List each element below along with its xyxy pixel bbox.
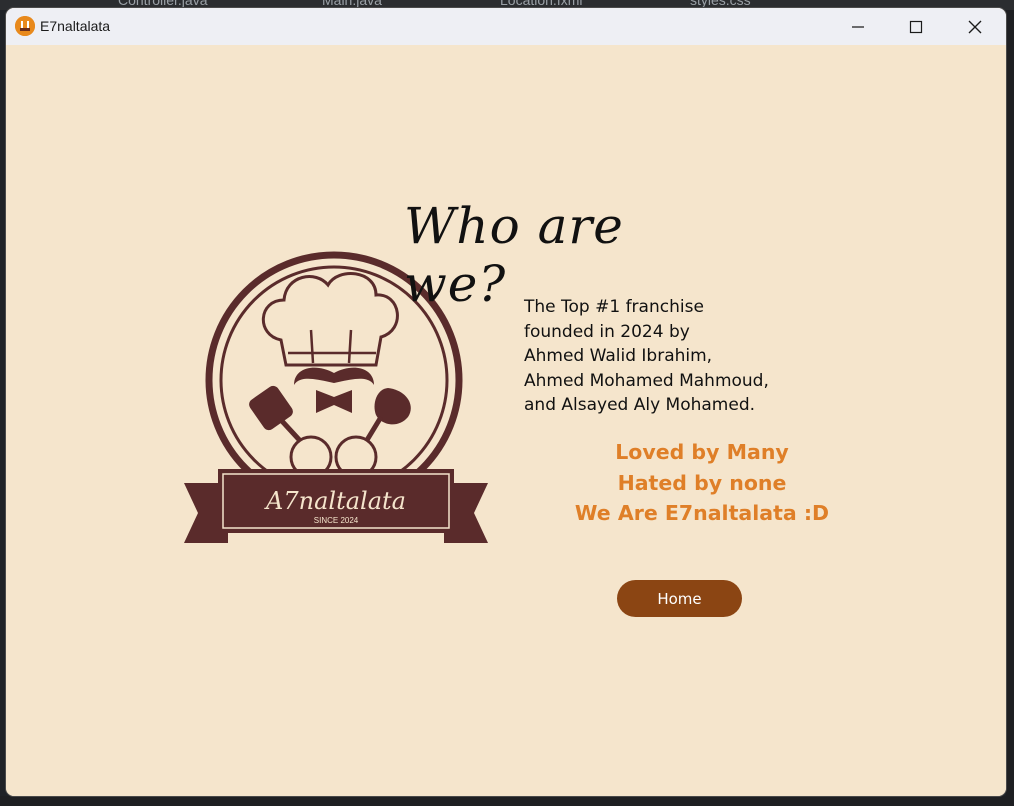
minimize-button[interactable] [829, 8, 887, 45]
description-line: The Top #1 franchise [524, 297, 704, 317]
logo-name: A7naltalata [264, 487, 406, 515]
app-logo-icon [15, 16, 35, 36]
about-page: A7naltalata SINCE 2024 Who are we? The T… [6, 45, 1006, 796]
window-title: E7naltalata [40, 18, 111, 34]
tagline: Loved by Many Hated by none We Are E7nal… [546, 437, 858, 529]
logo-since: SINCE 2024 [314, 516, 359, 525]
app-window: E7naltalata A7naltalata SINCE 2024 Who a… [6, 8, 1006, 796]
description-line: and Alsayed Aly Mohamed. [524, 395, 756, 415]
tagline-line: We Are E7naltalata :D [574, 501, 830, 525]
background-ide-edge [1006, 10, 1014, 806]
title-bar[interactable]: E7naltalata [6, 8, 1006, 45]
home-button[interactable]: Home [617, 580, 742, 617]
close-button[interactable] [946, 8, 1004, 45]
description-line: Ahmed Mohamed Mahmoud, [524, 370, 769, 391]
description-line: Ahmed Walid Ibrahim, [524, 346, 713, 366]
tagline-line: Hated by none [617, 470, 787, 495]
background-ide-bottom [0, 796, 1014, 806]
tagline-line: Loved by Many [615, 440, 789, 464]
about-description: The Top #1 franchise founded in 2024 by … [524, 295, 824, 418]
maximize-icon [909, 20, 923, 34]
description-line: founded in 2024 by [524, 321, 690, 342]
maximize-button[interactable] [887, 8, 945, 45]
minimize-icon [852, 26, 864, 28]
close-icon [968, 20, 982, 34]
